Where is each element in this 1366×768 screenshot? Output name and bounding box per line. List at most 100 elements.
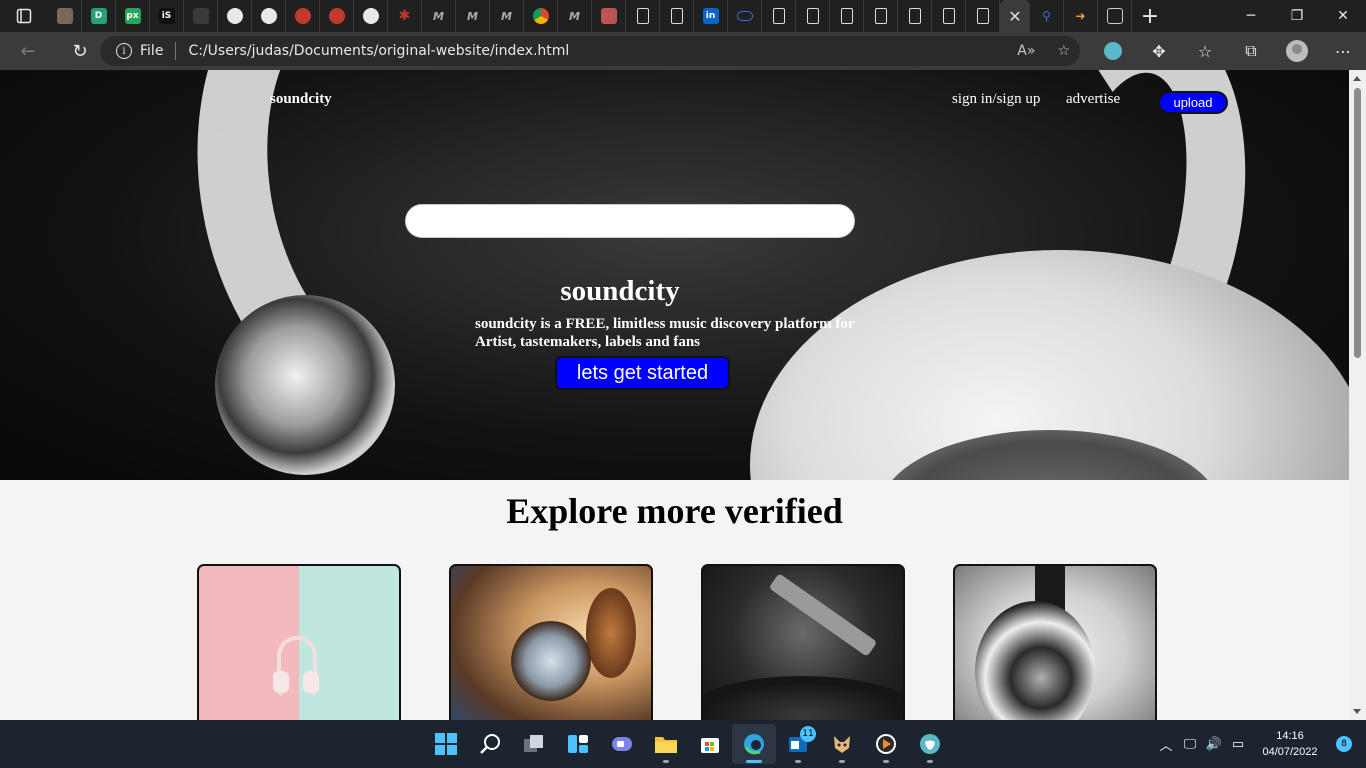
explore-card-pink-headphones[interactable]: [197, 564, 401, 720]
explore-card-white-headphones[interactable]: [953, 564, 1157, 720]
linkedin-icon: in: [702, 8, 719, 24]
browser-tab[interactable]: M: [456, 0, 490, 32]
network-icon: 🖵: [1183, 736, 1197, 752]
scroll-down-arrow-icon[interactable]: [1353, 709, 1361, 714]
browser-tab[interactable]: D: [82, 0, 116, 32]
browser-tab[interactable]: [354, 0, 388, 32]
tab-generic[interactable]: [1098, 0, 1132, 32]
browser-tab[interactable]: [592, 0, 626, 32]
scrollbar-thumb[interactable]: [1354, 88, 1361, 358]
collections-button[interactable]: ⧉: [1228, 32, 1274, 70]
browser-tab[interactable]: [252, 0, 286, 32]
explore-card-orange-headphones[interactable]: [449, 564, 653, 720]
outlook-button[interactable]: 11: [776, 724, 820, 764]
media-player-button[interactable]: [864, 724, 908, 764]
favorites-button[interactable]: ☆: [1182, 32, 1228, 70]
tab-search[interactable]: ⚲: [1030, 0, 1064, 32]
store-button[interactable]: [688, 724, 732, 764]
edge-button[interactable]: [732, 724, 776, 764]
browser-tab[interactable]: [796, 0, 830, 32]
browser-tab[interactable]: [932, 0, 966, 32]
fox-app-button[interactable]: [820, 724, 864, 764]
url-text[interactable]: C:/Users/judas/Documents/original-websit…: [188, 43, 569, 59]
headphone-cup: [303, 671, 319, 693]
browser-tab[interactable]: [898, 0, 932, 32]
extension-button[interactable]: [1090, 32, 1136, 70]
task-view-icon: [524, 735, 543, 752]
browser-tab[interactable]: [728, 0, 762, 32]
edge-icon: [744, 734, 764, 755]
browser-tab[interactable]: [830, 0, 864, 32]
browser-tab[interactable]: iS: [150, 0, 184, 32]
search-input[interactable]: [405, 204, 855, 238]
browser-tab[interactable]: M: [558, 0, 592, 32]
browser-tab[interactable]: [218, 0, 252, 32]
active-tab-close-button[interactable]: ✕: [1000, 0, 1030, 32]
page-icon: [942, 8, 955, 24]
heart-app-button[interactable]: [908, 724, 952, 764]
file-explorer-button[interactable]: [644, 724, 688, 764]
address-bar[interactable]: i File C:/Users/judas/Documents/original…: [100, 36, 1080, 66]
doc-icon: [600, 8, 617, 24]
signin-link[interactable]: sign in/sign up: [952, 91, 1040, 108]
close-window-button[interactable]: ✕: [1320, 0, 1366, 32]
browser-tab[interactable]: M: [490, 0, 524, 32]
upload-button[interactable]: upload: [1158, 91, 1228, 114]
back-button[interactable]: ←: [8, 32, 48, 70]
hero-description: soundcity is a FREE, limitless music dis…: [475, 316, 855, 350]
settings-more-button[interactable]: ⋯: [1320, 32, 1366, 70]
browser-toolbar: ← ↻ i File C:/Users/judas/Documents/orig…: [0, 32, 1366, 70]
browser-tab[interactable]: [320, 0, 354, 32]
browser-tab[interactable]: M: [422, 0, 456, 32]
task-view-button[interactable]: [512, 724, 556, 764]
browser-tab[interactable]: px: [116, 0, 150, 32]
get-started-button[interactable]: lets get started: [555, 356, 730, 390]
explore-card-turntable[interactable]: [701, 564, 905, 720]
favorites-icon: ☆: [1197, 41, 1213, 61]
clock[interactable]: 14:16 04/07/2022: [1250, 728, 1330, 760]
restore-button[interactable]: ❐: [1274, 0, 1320, 32]
notification-badge[interactable]: 8: [1336, 736, 1352, 752]
page-icon: [636, 8, 649, 24]
browser-tab[interactable]: [864, 0, 898, 32]
minimize-button[interactable]: ─: [1228, 0, 1274, 32]
page-icon: [908, 8, 921, 24]
browser-tab[interactable]: [524, 0, 558, 32]
battery-icon: ▭: [1231, 736, 1245, 752]
browser-tab[interactable]: [660, 0, 694, 32]
profile-button[interactable]: [1274, 32, 1320, 70]
teams-chat-button[interactable]: [600, 724, 644, 764]
dribbble-icon: D: [90, 8, 107, 24]
show-hidden-icons-button[interactable]: ︿: [1154, 720, 1178, 768]
advertise-link[interactable]: advertise: [1066, 91, 1120, 108]
browser-tab[interactable]: [626, 0, 660, 32]
scroll-up-arrow-icon[interactable]: [1353, 76, 1361, 81]
browser-tab[interactable]: [286, 0, 320, 32]
browser-tab[interactable]: [966, 0, 1000, 32]
browser-tab[interactable]: in: [694, 0, 728, 32]
site-logo[interactable]: soundcity: [270, 91, 332, 108]
browser-tab[interactable]: [48, 0, 82, 32]
browser-tab[interactable]: [184, 0, 218, 32]
page-scrollbar[interactable]: [1349, 70, 1366, 720]
refresh-button[interactable]: ↻: [60, 32, 100, 70]
network-button[interactable]: 🖵: [1178, 720, 1202, 768]
folder-icon: [192, 8, 209, 24]
widgets-button[interactable]: [556, 724, 600, 764]
add-favorite-icon[interactable]: ☆: [1057, 43, 1070, 59]
volume-button[interactable]: 🔊: [1202, 720, 1226, 768]
battery-button[interactable]: ▭: [1226, 720, 1250, 768]
store-icon: [701, 738, 719, 753]
start-button[interactable]: [424, 724, 468, 764]
browser-tab[interactable]: ✱: [388, 0, 422, 32]
headphone-cup: [273, 671, 289, 693]
tab-flag[interactable]: ➜: [1064, 0, 1098, 32]
new-tab-button[interactable]: +: [1132, 0, 1168, 32]
search-button[interactable]: [468, 724, 512, 764]
extensions-button[interactable]: ✥: [1136, 32, 1182, 70]
read-aloud-icon[interactable]: A»: [1017, 43, 1035, 59]
info-icon[interactable]: i: [116, 43, 132, 59]
browser-tab[interactable]: [762, 0, 796, 32]
page-icon: [670, 8, 683, 24]
tab-actions-button[interactable]: [0, 0, 48, 32]
